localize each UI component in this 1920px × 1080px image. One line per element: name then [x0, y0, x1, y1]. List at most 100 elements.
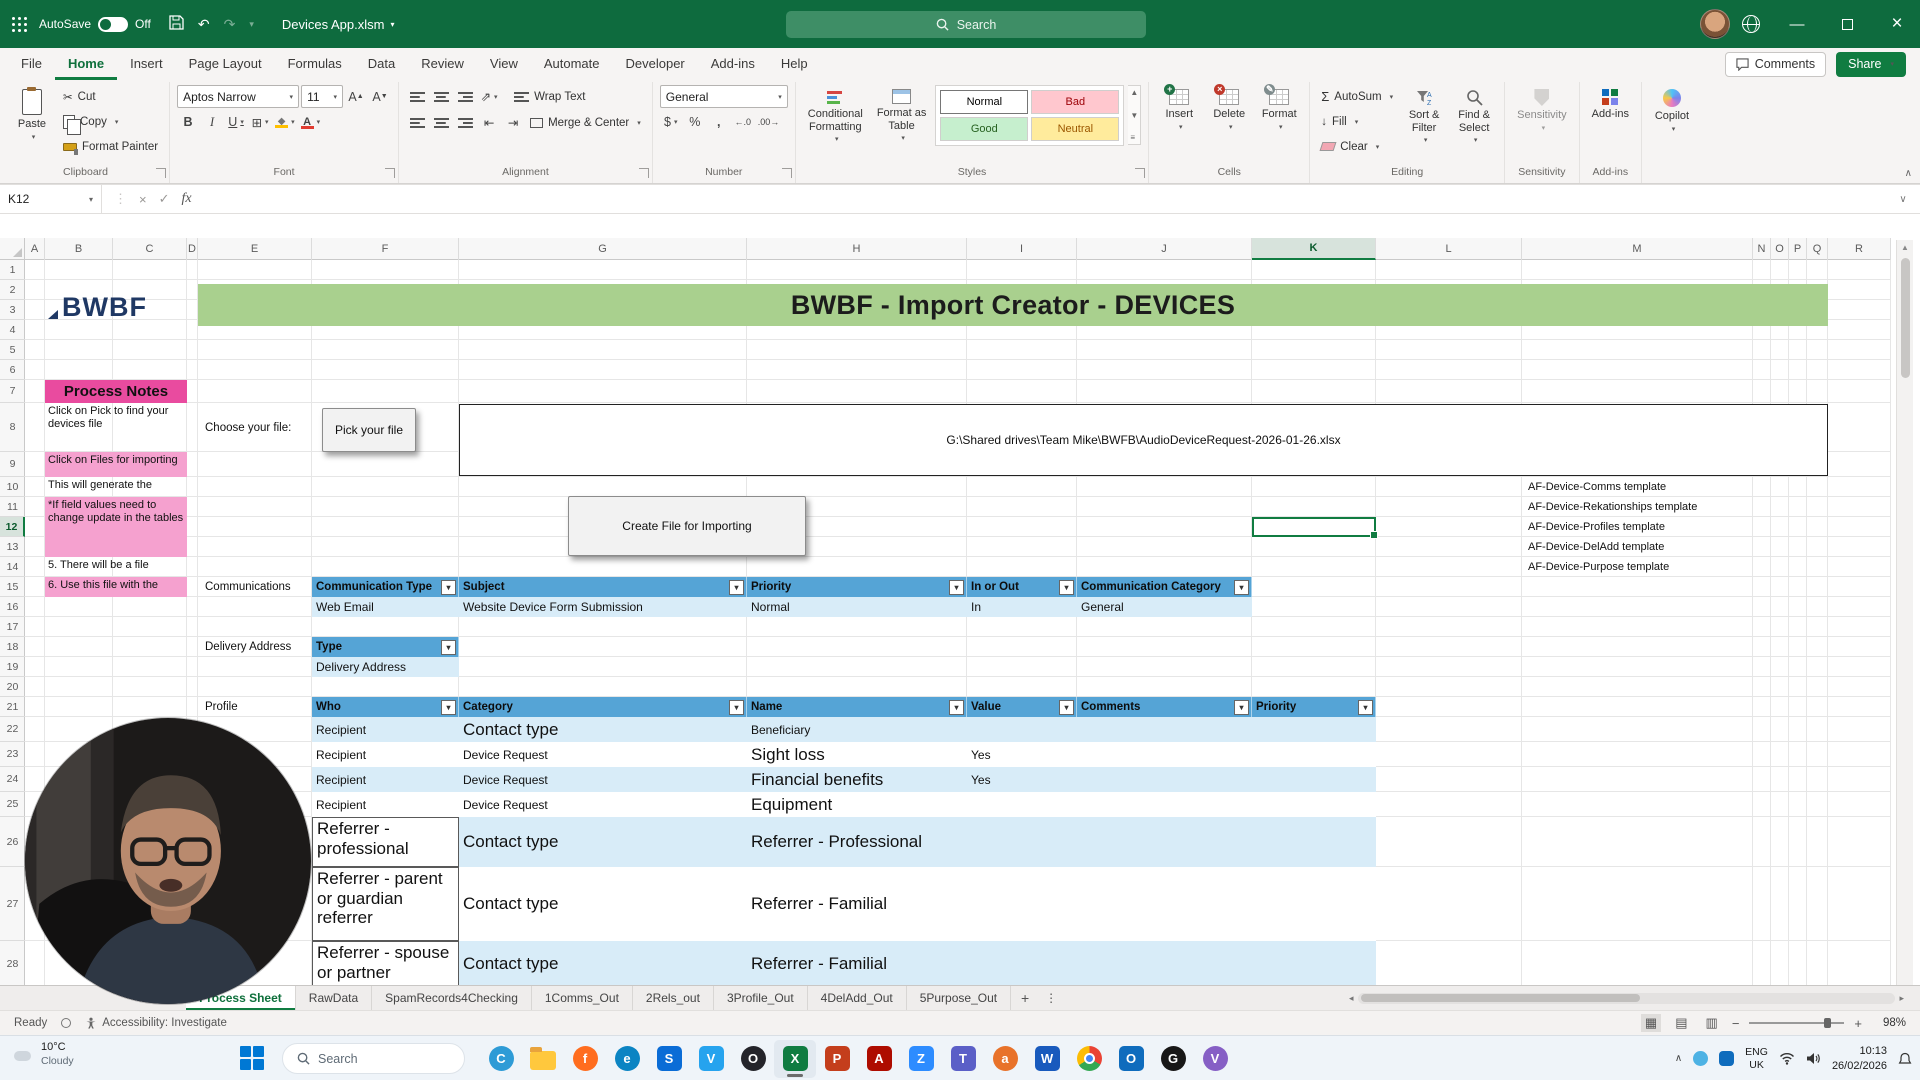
tab-automate[interactable]: Automate: [531, 48, 613, 80]
sheet-tab-1comms-out[interactable]: 1Comms_Out: [532, 986, 633, 1010]
column-header-D[interactable]: D: [187, 238, 198, 260]
filter-button[interactable]: ▾: [1234, 579, 1249, 595]
row-header-22[interactable]: 22: [0, 717, 25, 742]
table-cell[interactable]: Referrer - Familial: [747, 867, 967, 941]
zoom-slider[interactable]: [1749, 1018, 1845, 1028]
sheet-tab-rawdata[interactable]: RawData: [296, 986, 373, 1010]
table-cell[interactable]: [1252, 792, 1376, 817]
save-icon[interactable]: [169, 15, 184, 33]
minimize-button[interactable]: —: [1774, 0, 1820, 48]
selected-cell-K12[interactable]: [1252, 517, 1378, 539]
table-cell[interactable]: [1077, 867, 1252, 941]
tab-help[interactable]: Help: [768, 48, 821, 80]
style-chip-good[interactable]: Good: [940, 117, 1029, 141]
row-header-26[interactable]: 26: [0, 817, 25, 867]
zoom-slider-knob[interactable]: [1823, 1018, 1831, 1028]
column-header-H[interactable]: H: [747, 238, 967, 260]
page-layout-view-button[interactable]: ▤: [1671, 1014, 1691, 1032]
table-cell[interactable]: [1077, 717, 1252, 742]
column-header-M[interactable]: M: [1522, 238, 1753, 260]
gallery-down-icon[interactable]: ▼: [1130, 111, 1138, 120]
table-cell[interactable]: Recipient: [312, 717, 459, 742]
borders-button[interactable]: ⊞: [249, 111, 271, 133]
table-cell[interactable]: Recipient: [312, 742, 459, 767]
table-cell[interactable]: [1077, 767, 1252, 792]
autosum-button[interactable]: Σ AutoSum: [1317, 85, 1397, 108]
row-header-8[interactable]: 8: [0, 403, 25, 452]
italic-button[interactable]: I: [201, 111, 223, 133]
table-cell[interactable]: Delivery Address: [312, 657, 459, 677]
table-cell[interactable]: General: [1077, 597, 1252, 617]
page-break-view-button[interactable]: ▥: [1702, 1014, 1722, 1032]
addins-button[interactable]: Add-ins: [1587, 85, 1634, 121]
notification-bell-icon[interactable]: [1898, 1052, 1912, 1066]
filter-button[interactable]: ▾: [441, 639, 456, 655]
font-color-button[interactable]: A: [299, 111, 323, 133]
filter-button[interactable]: ▾: [949, 699, 964, 715]
column-header-Q[interactable]: Q: [1807, 238, 1828, 260]
customize-toolbar-icon[interactable]: ▾: [249, 19, 254, 30]
number-dialog-launcher[interactable]: [781, 168, 792, 178]
scroll-up-icon[interactable]: ▲: [1901, 240, 1909, 256]
row-header-28[interactable]: 28: [0, 941, 25, 986]
tab-developer[interactable]: Developer: [613, 48, 698, 80]
row-header-24[interactable]: 24: [0, 767, 25, 792]
row-header-16[interactable]: 16: [0, 597, 25, 617]
sheet-tab-overflow-icon[interactable]: ⋮: [1039, 986, 1063, 1010]
column-header-O[interactable]: O: [1771, 238, 1789, 260]
app-launcher-icon[interactable]: [12, 16, 15, 20]
currency-format-button[interactable]: $: [660, 111, 682, 133]
horizontal-scrollbar-thumb[interactable]: [1360, 994, 1641, 1002]
font-dialog-launcher[interactable]: [385, 168, 396, 178]
insert-cells-button[interactable]: + Insert: [1156, 84, 1202, 132]
redo-icon[interactable]: ↷: [224, 16, 236, 33]
row-header-27[interactable]: 27: [0, 867, 25, 941]
table-cell[interactable]: [1252, 742, 1376, 767]
format-as-table-button[interactable]: Format as Table: [872, 85, 932, 143]
zoom-in-button[interactable]: +: [1854, 1016, 1862, 1031]
table-cell[interactable]: Beneficiary: [747, 717, 967, 742]
table-cell[interactable]: [1252, 941, 1376, 986]
table-cell[interactable]: [967, 867, 1077, 941]
clear-button[interactable]: Clear: [1317, 135, 1397, 158]
title-dropdown-icon[interactable]: ▾: [390, 20, 394, 29]
vertical-scrollbar-thumb[interactable]: [1900, 258, 1910, 378]
wifi-icon[interactable]: [1779, 1052, 1795, 1065]
align-middle-icon[interactable]: [430, 86, 452, 108]
decrease-indent-icon[interactable]: ⇤: [478, 112, 500, 134]
comma-format-button[interactable]: ,: [708, 111, 730, 133]
normal-view-button[interactable]: ▦: [1640, 1014, 1662, 1032]
taskbar-icon-file-explorer[interactable]: [522, 1040, 564, 1078]
autosave-control[interactable]: AutoSave Off: [39, 16, 151, 32]
table-cell[interactable]: [967, 792, 1077, 817]
table-cell[interactable]: Device Request: [459, 742, 747, 767]
tab-review[interactable]: Review: [408, 48, 477, 80]
macro-record-icon[interactable]: [61, 1018, 72, 1028]
table-cell[interactable]: [967, 717, 1077, 742]
row-header-4[interactable]: 4: [0, 320, 25, 340]
align-right-icon[interactable]: [454, 112, 476, 134]
clock[interactable]: 10:13 26/02/2026: [1832, 1044, 1887, 1073]
table-cell[interactable]: Device Request: [459, 792, 747, 817]
number-format-select[interactable]: General: [659, 85, 788, 108]
tab-add-ins[interactable]: Add-ins: [698, 48, 768, 80]
column-header-J[interactable]: J: [1077, 238, 1252, 260]
share-button[interactable]: Share: [1836, 51, 1906, 77]
filter-button[interactable]: ▾: [1059, 699, 1074, 715]
align-bottom-icon[interactable]: [454, 86, 476, 108]
profile-avatar[interactable]: [1700, 9, 1730, 39]
table-cell[interactable]: Normal: [747, 597, 967, 617]
table-cell[interactable]: [967, 941, 1077, 986]
row-header-19[interactable]: 19: [0, 657, 25, 677]
filter-button[interactable]: ▾: [1358, 699, 1373, 715]
row-header-10[interactable]: 10: [0, 477, 25, 497]
sheet-tab-5purpose-out[interactable]: 5Purpose_Out: [907, 986, 1012, 1010]
filter-button[interactable]: ▾: [949, 579, 964, 595]
table-cell[interactable]: [1252, 767, 1376, 792]
column-header-K[interactable]: K: [1252, 238, 1376, 260]
gallery-more-icon[interactable]: ≡: [1130, 133, 1138, 142]
table-cell[interactable]: Recipient: [312, 792, 459, 817]
tab-view[interactable]: View: [477, 48, 531, 80]
conditional-formatting-button[interactable]: Conditional Formatting: [803, 85, 868, 144]
tab-file[interactable]: File: [8, 48, 55, 80]
